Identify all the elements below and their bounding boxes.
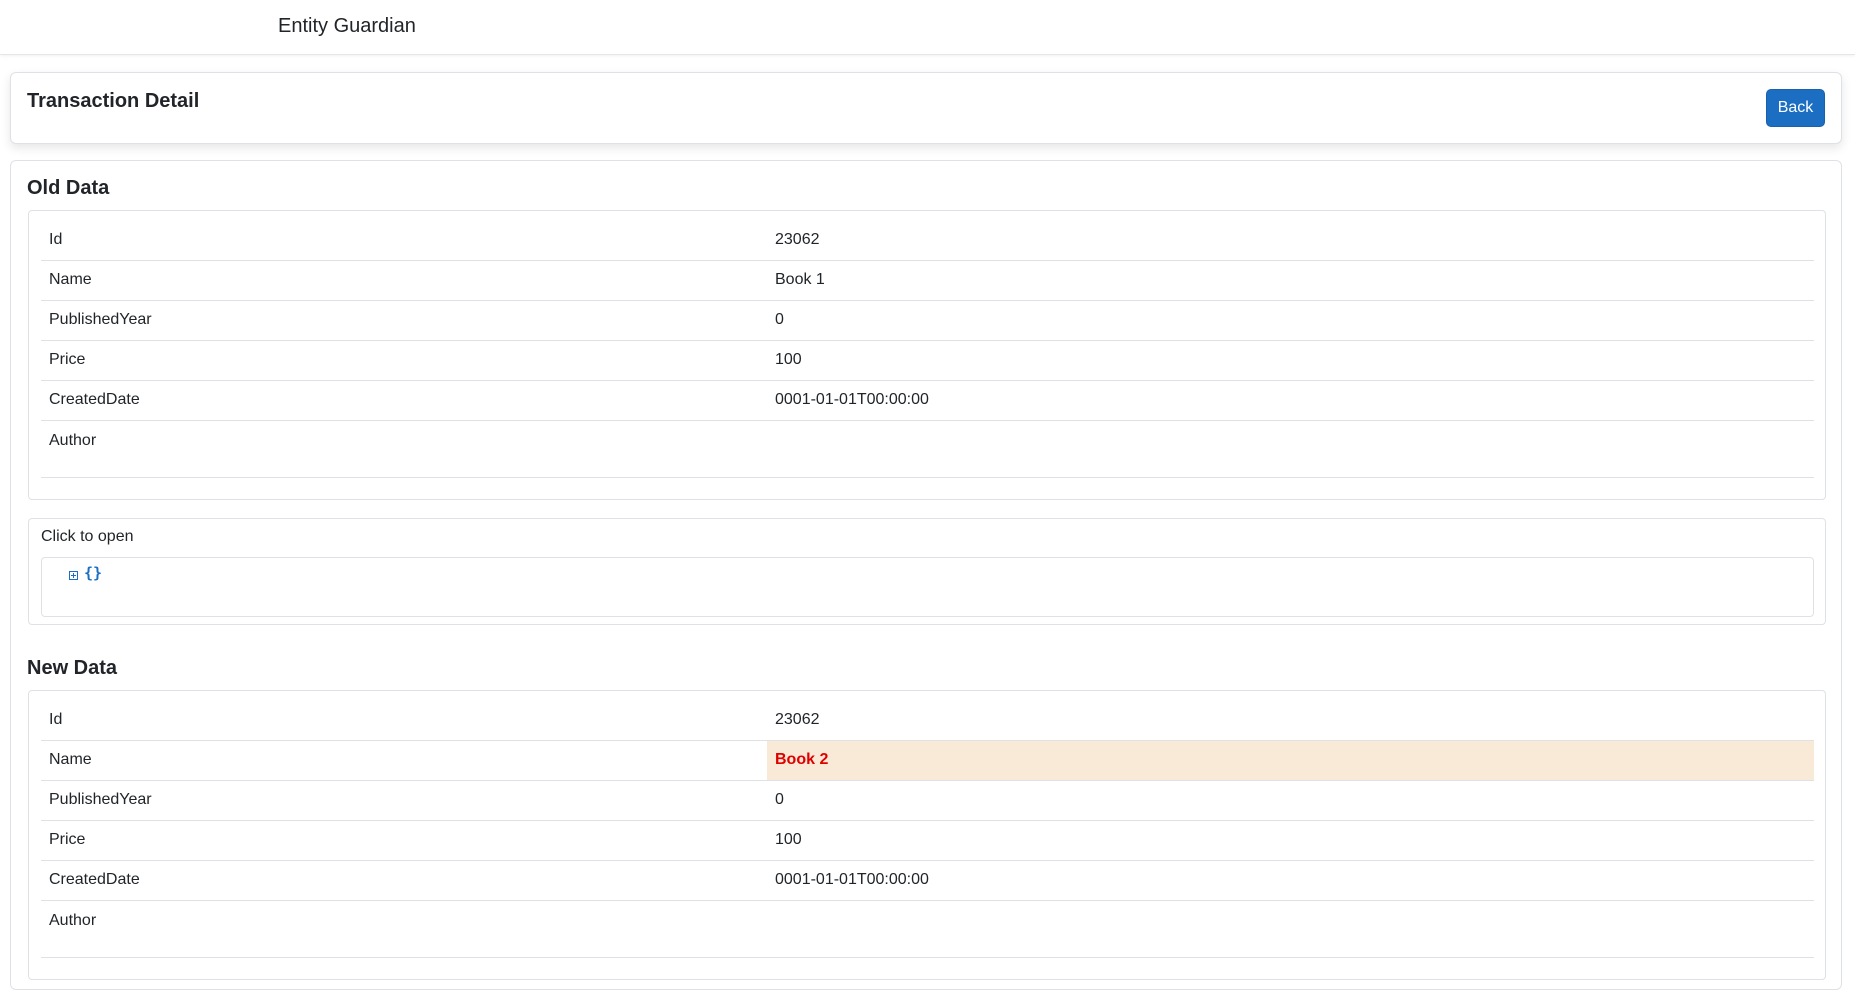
field-value: 100 xyxy=(767,820,1814,861)
field-value: 0001-01-01T00:00:00 xyxy=(767,860,1814,901)
page-title: Transaction Detail xyxy=(27,90,200,112)
field-name: CreatedDate xyxy=(41,380,767,421)
transaction-detail-card: Old Data Id 23062 Name Book 1 PublishedY… xyxy=(10,160,1842,990)
field-value: 100 xyxy=(767,340,1814,381)
table-row: Price 100 xyxy=(41,340,1814,381)
field-name: Author xyxy=(41,420,767,478)
field-name: PublishedYear xyxy=(41,780,767,821)
field-value: 23062 xyxy=(767,700,1814,741)
field-value: 0 xyxy=(767,780,1814,821)
changed-field-value: Book 2 xyxy=(767,740,1814,781)
json-viewer-box: Click to open {} xyxy=(28,518,1826,625)
table-row: Author xyxy=(41,900,1814,958)
field-name: Price xyxy=(41,340,767,381)
field-value: 23062 xyxy=(767,220,1814,261)
field-value xyxy=(767,420,1814,478)
top-navbar: Entity Guardian xyxy=(0,0,1855,55)
brand-title[interactable]: Entity Guardian xyxy=(278,15,416,38)
old-data-title: Old Data xyxy=(27,177,110,199)
field-value: 0001-01-01T00:00:00 xyxy=(767,380,1814,421)
table-row: Author xyxy=(41,420,1814,478)
old-data-table: Id 23062 Name Book 1 PublishedYear 0 Pri… xyxy=(41,220,1814,478)
new-data-table-box: Id 23062 Name Book 2 PublishedYear 0 Pri… xyxy=(28,690,1826,980)
table-row: Price 100 xyxy=(41,820,1814,861)
field-name: Author xyxy=(41,900,767,958)
field-name: Id xyxy=(41,220,767,261)
table-row: Id 23062 xyxy=(41,220,1814,261)
table-row: PublishedYear 0 xyxy=(41,780,1814,821)
field-name: Name xyxy=(41,740,767,781)
new-data-title: New Data xyxy=(27,657,118,679)
field-name: CreatedDate xyxy=(41,860,767,901)
field-name: Price xyxy=(41,820,767,861)
old-data-table-box: Id 23062 Name Book 1 PublishedYear 0 Pri… xyxy=(28,210,1826,500)
table-row: CreatedDate 0001-01-01T00:00:00 xyxy=(41,860,1814,901)
json-viewer[interactable]: {} xyxy=(41,557,1814,617)
page-header-card: Transaction Detail Back xyxy=(10,72,1842,144)
table-row: Name Book 1 xyxy=(41,260,1814,301)
table-row: Id 23062 xyxy=(41,700,1814,741)
table-row: PublishedYear 0 xyxy=(41,300,1814,341)
field-name: PublishedYear xyxy=(41,300,767,341)
new-data-table: Id 23062 Name Book 2 PublishedYear 0 Pri… xyxy=(41,700,1814,958)
field-name: Id xyxy=(41,700,767,741)
field-name: Name xyxy=(41,260,767,301)
back-button[interactable]: Back xyxy=(1766,89,1825,127)
table-row: CreatedDate 0001-01-01T00:00:00 xyxy=(41,380,1814,421)
json-root-node[interactable]: {} xyxy=(84,564,102,582)
field-value: 0 xyxy=(767,300,1814,341)
expand-icon[interactable] xyxy=(69,571,78,580)
table-row-changed: Name Book 2 xyxy=(41,740,1814,781)
json-viewer-label: Click to open xyxy=(41,528,134,545)
field-value: Book 1 xyxy=(767,260,1814,301)
field-value xyxy=(767,900,1814,958)
